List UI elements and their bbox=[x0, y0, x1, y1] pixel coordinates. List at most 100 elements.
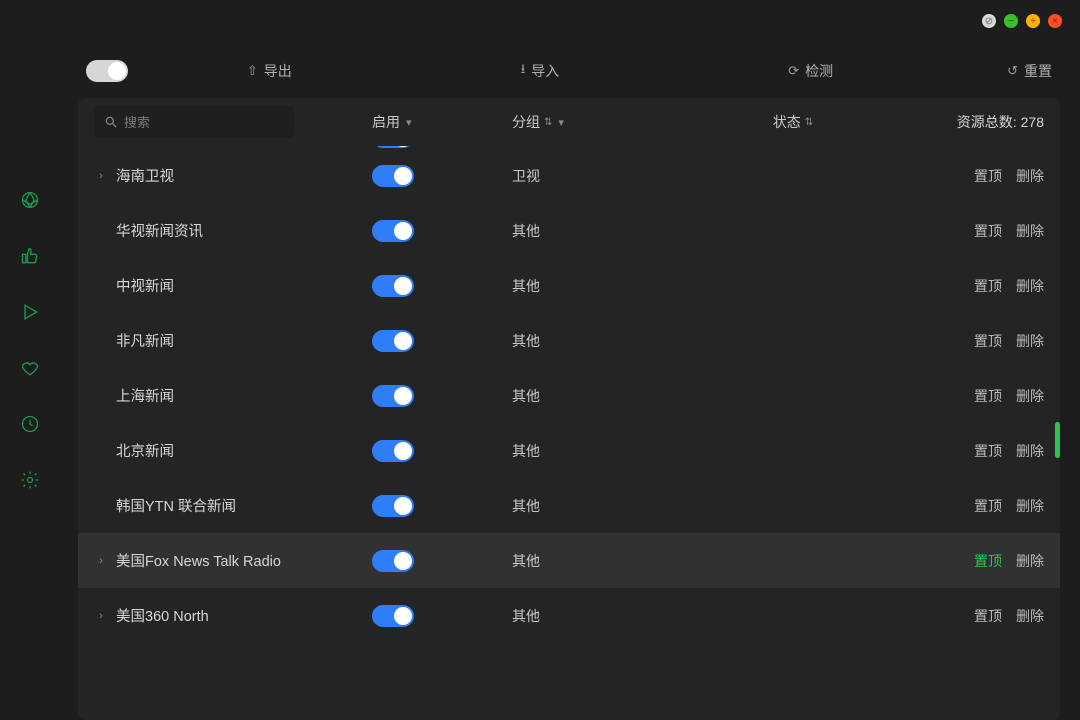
scrollbar-thumb[interactable] bbox=[1055, 422, 1060, 458]
pin-button[interactable]: 置顶 bbox=[974, 166, 1002, 186]
panel: 启用 ▾ 分组 ⇅ ▾ 状态 ⇅ 资源总数:278 ›海南卫视卫视 bbox=[78, 98, 1060, 720]
play-icon[interactable] bbox=[20, 302, 40, 322]
pin-button[interactable]: 置顶 bbox=[974, 276, 1002, 296]
row-actions: 置顶删除 bbox=[934, 606, 1044, 626]
row-enable-cell bbox=[372, 220, 512, 242]
table-row[interactable]: › 美国Fox News Talk Radio 其他 置顶删除 bbox=[78, 533, 1060, 588]
delete-button[interactable]: 删除 bbox=[1016, 441, 1044, 461]
row-group: 其他 bbox=[512, 551, 682, 571]
row-actions: 置顶删除 bbox=[934, 496, 1044, 516]
channel-name: 上海新闻 bbox=[116, 385, 174, 406]
row-actions: 置顶删除 bbox=[934, 221, 1044, 241]
row-name: › 海南卫视 bbox=[94, 165, 372, 186]
sidebar bbox=[0, 0, 60, 720]
pin-button[interactable]: 置顶 bbox=[974, 386, 1002, 406]
thumbs-up-icon[interactable] bbox=[20, 246, 40, 266]
table-row[interactable]: 非凡新闻 其他 置顶删除 bbox=[78, 313, 1060, 368]
table-row[interactable]: 中视新闻其他置顶删除 bbox=[78, 258, 1060, 313]
reset-label: 重置 bbox=[1024, 61, 1052, 81]
enable-toggle[interactable] bbox=[372, 550, 414, 572]
row-enable-cell bbox=[372, 495, 512, 517]
table-row[interactable]: ›美国360 North其他置顶删除 bbox=[78, 588, 1060, 643]
row-actions: 置顶删除 bbox=[934, 331, 1044, 351]
enable-toggle[interactable] bbox=[372, 440, 414, 462]
row-group: 其他 bbox=[512, 496, 682, 516]
pin-button[interactable]: 置顶 bbox=[974, 606, 1002, 626]
row-name: 上海新闻 bbox=[94, 385, 372, 406]
clock-icon[interactable] bbox=[20, 414, 40, 434]
table-row[interactable]: 华视新闻资讯其他置顶删除 bbox=[78, 203, 1060, 258]
search-input[interactable] bbox=[124, 115, 300, 130]
search-box[interactable] bbox=[94, 106, 294, 138]
delete-button[interactable]: 删除 bbox=[1016, 166, 1044, 186]
enable-toggle[interactable] bbox=[372, 495, 414, 517]
column-enable[interactable]: 启用 ▾ bbox=[372, 112, 512, 132]
row-name: 华视新闻资讯 bbox=[94, 220, 372, 241]
pin-button[interactable]: 置顶 bbox=[974, 441, 1002, 461]
minimize-window-button[interactable]: − bbox=[1004, 14, 1018, 28]
delete-button[interactable]: 删除 bbox=[1016, 276, 1044, 296]
row-name: 非凡新闻 bbox=[94, 330, 372, 351]
enable-toggle[interactable] bbox=[372, 385, 414, 407]
row-name: 北京新闻 bbox=[94, 440, 372, 461]
column-status[interactable]: 状态 ⇅ bbox=[682, 112, 904, 132]
row-enable-cell bbox=[372, 440, 512, 462]
row-group: 其他 bbox=[512, 331, 682, 351]
channel-name: 非凡新闻 bbox=[116, 330, 174, 351]
enable-toggle[interactable] bbox=[372, 330, 414, 352]
download-icon: ⭳ bbox=[521, 60, 526, 82]
row-enable-cell bbox=[372, 165, 512, 187]
window-controls: ⊘ − + × bbox=[982, 14, 1062, 28]
delete-button[interactable]: 删除 bbox=[1016, 496, 1044, 516]
enable-toggle[interactable] bbox=[372, 605, 414, 627]
pin-button[interactable]: 置顶 bbox=[974, 221, 1002, 241]
aperture-icon[interactable] bbox=[20, 190, 40, 210]
heart-icon[interactable] bbox=[20, 358, 40, 378]
delete-button[interactable]: 删除 bbox=[1016, 606, 1044, 626]
export-label: 导出 bbox=[264, 61, 292, 81]
sort-icon: ⇅ bbox=[805, 117, 813, 128]
row-enable-cell bbox=[372, 275, 512, 297]
export-button[interactable]: ⇧ 导出 bbox=[247, 61, 292, 81]
enable-toggle[interactable] bbox=[372, 220, 414, 242]
close-window-button[interactable]: × bbox=[1048, 14, 1062, 28]
reset-button[interactable]: ↺ 重置 bbox=[1007, 61, 1052, 81]
row-enable-cell bbox=[372, 605, 512, 627]
table-row[interactable]: 北京新闻 其他 置顶删除 bbox=[78, 423, 1060, 478]
channel-name: 美国Fox News Talk Radio bbox=[116, 550, 281, 571]
resource-total: 资源总数:278 bbox=[904, 112, 1044, 132]
enable-toggle[interactable] bbox=[372, 165, 414, 187]
row-group: 其他 bbox=[512, 276, 682, 296]
row-group: 其他 bbox=[512, 441, 682, 461]
delete-button[interactable]: 删除 bbox=[1016, 221, 1044, 241]
pin-button[interactable]: 置顶 bbox=[974, 551, 1002, 571]
channel-name: 北京新闻 bbox=[116, 440, 174, 461]
pin-button[interactable]: 置顶 bbox=[974, 331, 1002, 351]
toolbar: ⇧ 导出 ⭳ 导入 ⟳ 检测 ↺ 重置 bbox=[78, 50, 1060, 92]
enable-toggle[interactable] bbox=[372, 275, 414, 297]
pin-button[interactable]: 置顶 bbox=[974, 496, 1002, 516]
master-toggle[interactable] bbox=[86, 60, 128, 82]
delete-button[interactable]: 删除 bbox=[1016, 551, 1044, 571]
maximize-window-button[interactable]: + bbox=[1026, 14, 1040, 28]
reset-icon: ↺ bbox=[1007, 63, 1018, 79]
channel-name: 海南卫视 bbox=[116, 165, 174, 186]
gear-icon[interactable] bbox=[20, 470, 40, 490]
row-enable-cell bbox=[372, 550, 512, 572]
delete-button[interactable]: 删除 bbox=[1016, 386, 1044, 406]
import-button[interactable]: ⭳ 导入 bbox=[521, 60, 560, 82]
table-row[interactable]: ›海南卫视卫视置顶删除 bbox=[78, 148, 1060, 203]
delete-button[interactable]: 删除 bbox=[1016, 331, 1044, 351]
row-enable-cell bbox=[372, 330, 512, 352]
expand-icon[interactable]: › bbox=[94, 610, 108, 622]
chevron-down-icon: ▾ bbox=[558, 116, 564, 129]
table-row[interactable]: 上海新闻其他置顶删除 bbox=[78, 368, 1060, 423]
row-name: 韩国YTN 联合新闻 bbox=[94, 495, 372, 516]
detect-button[interactable]: ⟳ 检测 bbox=[788, 61, 833, 81]
row-actions: 置顶删除 bbox=[934, 276, 1044, 296]
pin-window-button[interactable]: ⊘ bbox=[982, 14, 996, 28]
expand-icon[interactable]: › bbox=[94, 555, 108, 567]
table-row[interactable]: 韩国YTN 联合新闻 其他 置顶删除 bbox=[78, 478, 1060, 533]
expand-icon[interactable]: › bbox=[94, 170, 108, 182]
column-group[interactable]: 分组 ⇅ ▾ bbox=[512, 112, 682, 132]
